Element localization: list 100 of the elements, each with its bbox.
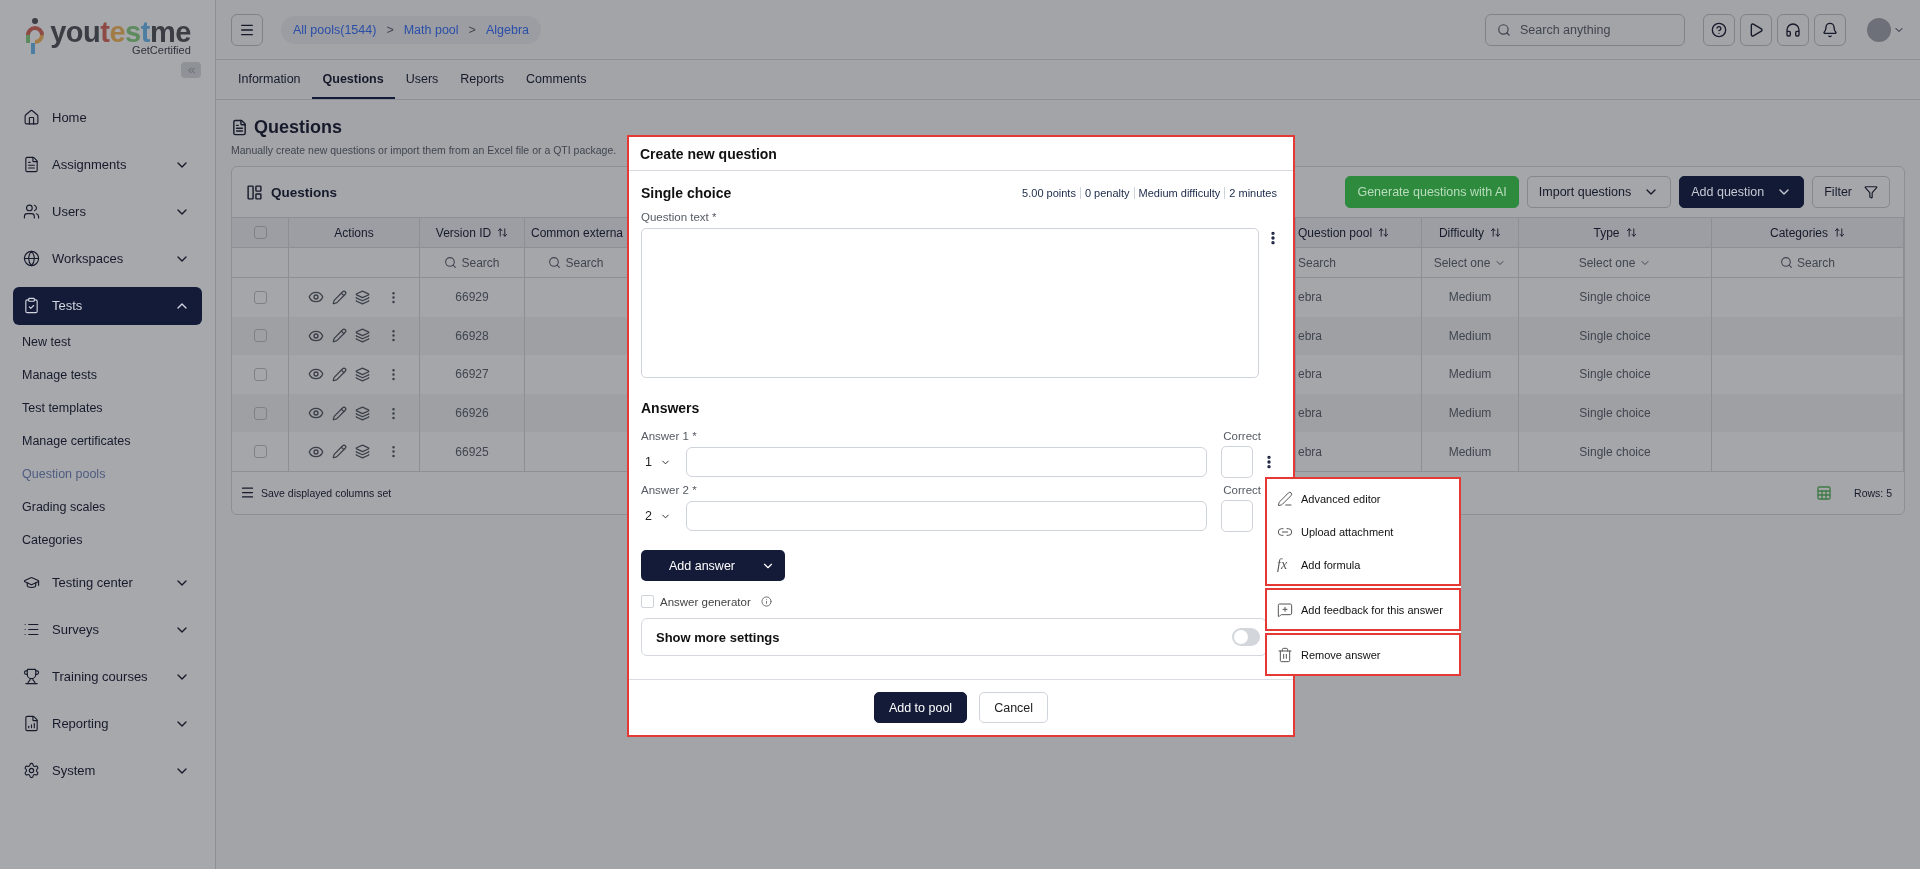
sidebar-item[interactable]: Tests — [13, 286, 202, 325]
edit-icon[interactable] — [331, 444, 347, 460]
trophy-icon — [23, 668, 40, 685]
field-label: Correct — [1223, 484, 1261, 496]
cancel-button[interactable]: Cancel — [979, 692, 1049, 723]
table-cell: Single choice — [1579, 444, 1651, 459]
sidebar-item[interactable]: Surveys — [13, 610, 202, 649]
table-cell: ebra — [1298, 406, 1323, 421]
filter-icon — [1864, 185, 1878, 199]
sort-icon[interactable] — [1834, 227, 1845, 238]
field-label: Correct — [1223, 430, 1261, 442]
order-select[interactable]: 2 — [641, 501, 681, 531]
sidebar-subitem[interactable]: New test — [0, 325, 215, 358]
sidebar-subitem[interactable]: Test templates — [0, 391, 215, 424]
sidebar-item[interactable]: Home — [13, 98, 202, 137]
search-field[interactable]: Search — [461, 255, 500, 270]
sidebar-subitem[interactable]: Manage tests — [0, 358, 215, 391]
settings-icon — [23, 762, 40, 779]
settings-toggle[interactable] — [1232, 628, 1260, 646]
layers-icon[interactable] — [354, 289, 370, 305]
select-all-checkbox[interactable] — [253, 226, 267, 239]
sidebar-item[interactable]: Testing center — [13, 563, 202, 602]
sidebar-item[interactable]: System — [13, 751, 202, 790]
question-text-field[interactable] — [641, 228, 1259, 378]
layers-icon[interactable] — [354, 405, 370, 421]
save-columns-link[interactable]: Save displayed columns set — [261, 486, 392, 499]
rows-count: Rows: 5 — [1854, 486, 1892, 499]
action-button[interactable]: Add question — [1679, 176, 1805, 208]
correct-checkbox[interactable] — [1221, 500, 1253, 532]
column-header: Type — [1593, 225, 1620, 240]
column-header: Categories — [1770, 225, 1828, 240]
search-field[interactable]: Search — [1298, 255, 1337, 270]
formula-icon: fx — [1277, 556, 1293, 573]
correct-checkbox[interactable] — [1221, 446, 1253, 478]
sidebar-subitem[interactable]: Grading scales — [0, 490, 215, 523]
page-description: Manually create new questions or import them from an Excel file or a QTI package. — [231, 144, 617, 158]
meta-info: 2 minutes — [1224, 187, 1281, 199]
sidebar-item[interactable]: Assignments — [13, 145, 202, 184]
sort-icon[interactable] — [1490, 227, 1502, 238]
edit-icon[interactable] — [331, 367, 347, 382]
search-field[interactable]: Search — [565, 255, 604, 270]
headphones-button[interactable] — [1777, 13, 1809, 46]
layers-icon[interactable] — [354, 328, 370, 344]
sidebar-item[interactable]: Users — [13, 192, 202, 231]
sidebar-item[interactable]: Workspaces — [13, 239, 202, 278]
add-to-pool-button[interactable]: Add to pool — [873, 692, 968, 723]
answer-input[interactable] — [686, 501, 1207, 531]
column-header: Version ID — [435, 225, 492, 240]
breadcrumb-divider: > — [468, 22, 476, 37]
tab[interactable]: Questions — [311, 60, 395, 99]
answer-input[interactable] — [686, 447, 1207, 477]
tab[interactable]: Reports — [449, 60, 516, 99]
answer-generator-checkbox[interactable] — [641, 595, 654, 608]
layers-icon[interactable] — [354, 367, 370, 382]
action-button[interactable]: Import questions — [1526, 176, 1672, 208]
row-checkbox[interactable] — [253, 445, 267, 459]
table-cell: 66925 — [455, 444, 489, 459]
help-button[interactable] — [1703, 13, 1735, 46]
meta-info: Medium difficulty — [1133, 187, 1225, 199]
menu-button[interactable] — [231, 13, 263, 46]
search-icon — [548, 256, 562, 269]
logo-icon — [24, 17, 47, 57]
document-icon — [23, 156, 40, 173]
tab[interactable]: Comments — [515, 60, 598, 99]
sidebar-subitem[interactable]: Manage certificates — [0, 424, 215, 457]
field-label: Answer 2 * — [641, 484, 697, 496]
sort-icon[interactable] — [1378, 227, 1390, 238]
sidebar-item[interactable]: Training courses — [13, 657, 202, 696]
table-cell: Single choice — [1579, 367, 1651, 382]
sidebar-subitem[interactable]: Categories — [0, 523, 215, 556]
sort-icon[interactable] — [1625, 227, 1637, 238]
tab[interactable]: Users — [394, 60, 450, 99]
sort-icon[interactable] — [497, 227, 509, 238]
field-label: Answer 1 * — [641, 430, 697, 442]
search-field[interactable]: Search anything — [1485, 13, 1685, 46]
pen-icon — [1277, 490, 1293, 507]
row-checkbox[interactable] — [253, 329, 267, 343]
sidebar-item[interactable]: Reporting — [13, 704, 202, 743]
add-answer-button[interactable]: Add answer — [641, 550, 785, 581]
filter-button[interactable]: Filter — [1812, 176, 1890, 208]
column-header: Difficulty — [1438, 225, 1485, 240]
table-cell: Medium — [1448, 444, 1492, 459]
row-checkbox[interactable] — [253, 368, 267, 381]
row-checkbox[interactable] — [253, 290, 267, 304]
row-checkbox[interactable] — [253, 406, 267, 420]
edit-icon[interactable] — [331, 289, 347, 305]
list-icon — [23, 621, 40, 638]
select-field[interactable]: Select one — [1433, 255, 1491, 270]
column-header: Question pool — [1298, 225, 1373, 240]
settings-label: Show more settings — [656, 629, 781, 645]
menu-icon[interactable] — [240, 485, 255, 501]
edit-icon[interactable] — [331, 405, 347, 421]
tab[interactable]: Information — [227, 60, 312, 99]
play-button[interactable] — [1740, 13, 1772, 46]
layers-icon[interactable] — [354, 444, 370, 460]
notifications-button[interactable] — [1814, 13, 1846, 46]
edit-icon[interactable] — [331, 328, 347, 344]
search-field[interactable]: Search — [1797, 255, 1835, 270]
select-field[interactable]: Select one — [1578, 255, 1636, 270]
order-select[interactable]: 1 — [641, 447, 681, 477]
